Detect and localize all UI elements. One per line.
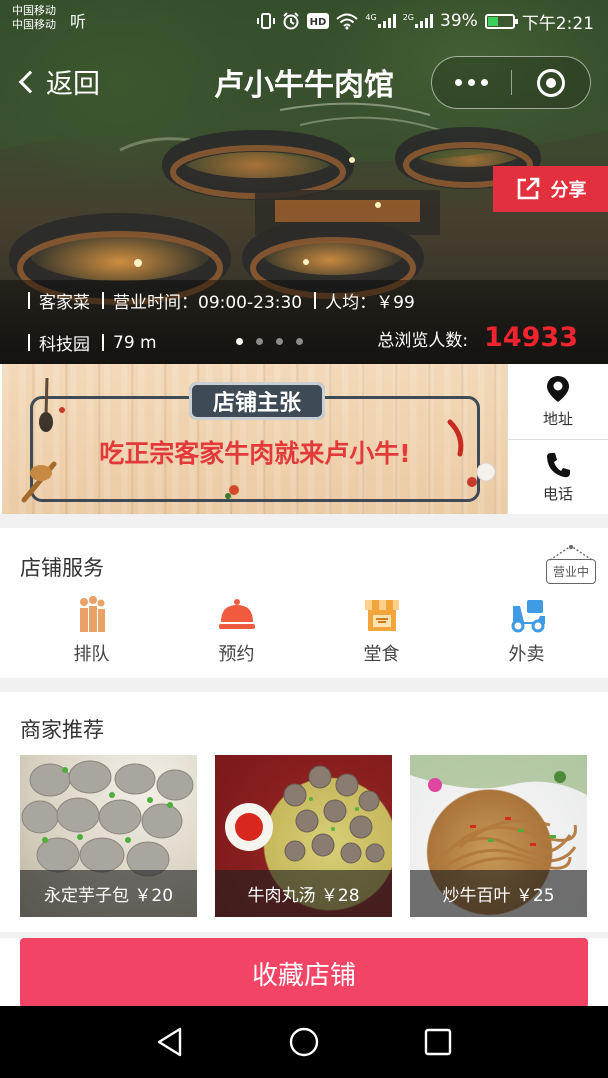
service-queue[interactable]: 排队 bbox=[19, 594, 164, 666]
chevron-left-icon bbox=[18, 70, 42, 93]
pager-dot bbox=[296, 338, 303, 345]
pager-dot bbox=[256, 338, 263, 345]
back-triangle-icon[interactable] bbox=[152, 1024, 188, 1060]
shop-services-section: 店铺服务 营业中 排队 预约 堂食 外卖 bbox=[2, 528, 606, 678]
more-dots-icon bbox=[454, 79, 488, 86]
shop-info-line-1: 客家菜 营业时间：09:00-23:30 人均：￥99 bbox=[28, 288, 427, 313]
share-button[interactable]: 分享 bbox=[493, 166, 608, 212]
banner-decoration bbox=[21, 377, 496, 503]
services-title: 店铺服务 bbox=[20, 556, 104, 580]
service-label: 堂食 bbox=[363, 644, 400, 665]
dine-in-store-icon bbox=[364, 600, 399, 631]
shop-info-band: 客家菜 营业时间：09:00-23:30 人均：￥99 科技园 79 m 总浏览… bbox=[0, 280, 608, 364]
clock: 下午2:21 bbox=[521, 13, 594, 34]
back-button[interactable]: 返回 bbox=[16, 62, 100, 101]
open-status-sign: 营业中 bbox=[546, 544, 596, 586]
carrier-1: 中国移动 bbox=[12, 4, 56, 17]
dish-card-taro-bun[interactable]: 永定芋子包 ￥20 bbox=[20, 755, 197, 917]
speaker-indicator: 听 bbox=[70, 12, 87, 31]
avg-price-label: 人均：￥99 bbox=[325, 293, 415, 313]
dish-card-beef-ball-soup[interactable]: 牛肉丸汤 ￥28 bbox=[215, 755, 392, 917]
back-label: 返回 bbox=[46, 69, 100, 100]
phone-icon bbox=[547, 452, 570, 477]
svg-text:HD: HD bbox=[310, 17, 327, 28]
recents-square-icon[interactable] bbox=[420, 1024, 456, 1060]
cuisine-label: 客家菜 bbox=[39, 293, 90, 313]
more-button[interactable] bbox=[432, 57, 511, 108]
section-gap bbox=[0, 514, 608, 528]
dish-card-fried-tripe[interactable]: 炒牛百叶 ￥25 bbox=[410, 755, 587, 917]
status-bar: 中国移动 中国移动 听 HD 4G 2G 39% 下午2:21 bbox=[0, 0, 608, 44]
service-dine-in[interactable]: 堂食 bbox=[309, 594, 454, 666]
battery-icon bbox=[484, 13, 518, 29]
queue-icon bbox=[79, 596, 105, 632]
signal-icon-2 bbox=[415, 14, 434, 28]
exit-button[interactable] bbox=[512, 57, 591, 108]
nav-bar: 返回 卢小牛牛肉馆 bbox=[0, 50, 608, 110]
views-label: 总浏览人数: bbox=[377, 331, 469, 351]
share-label: 分享 bbox=[550, 180, 587, 201]
views-count: 14933 bbox=[484, 322, 578, 353]
dish-caption: 炒牛百叶 ￥25 bbox=[410, 870, 587, 917]
shop-info-line-2: 科技园 79 m bbox=[28, 330, 169, 355]
hd-icon: HD bbox=[307, 13, 330, 29]
miniprogram-capsule bbox=[431, 56, 591, 109]
vibrate-icon bbox=[257, 13, 276, 29]
share-icon bbox=[517, 177, 539, 200]
network-type-1: 4G bbox=[365, 13, 377, 22]
total-views: 总浏览人数: 14933 bbox=[377, 322, 578, 353]
android-navigation-bar bbox=[0, 1006, 608, 1078]
phone-label: 电话 bbox=[542, 484, 573, 503]
pager-dot bbox=[276, 338, 283, 345]
service-reservation[interactable]: 预约 bbox=[164, 594, 309, 666]
dish-caption: 永定芋子包 ￥20 bbox=[20, 870, 197, 917]
service-label: 排队 bbox=[73, 644, 110, 665]
carrier-names: 中国移动 中国移动 bbox=[12, 4, 56, 32]
location-pin-icon bbox=[547, 376, 569, 402]
address-button[interactable]: 地址 bbox=[508, 364, 608, 439]
distance-label: 79 m bbox=[113, 332, 157, 353]
side-actions: 地址 电话 bbox=[507, 364, 608, 514]
signal-icon-1 bbox=[377, 14, 396, 28]
section-gap bbox=[0, 678, 608, 692]
open-status-label: 营业中 bbox=[546, 559, 596, 584]
carrier-2: 中国移动 bbox=[12, 18, 56, 31]
pager-dot bbox=[236, 338, 243, 345]
services-row: 排队 预约 堂食 外卖 bbox=[2, 594, 606, 666]
service-label: 预约 bbox=[218, 644, 255, 665]
home-circle-icon[interactable] bbox=[286, 1024, 322, 1060]
phone-button[interactable]: 电话 bbox=[508, 439, 608, 514]
hours-label: 营业时间：09:00-23:30 bbox=[113, 293, 303, 313]
merchant-recommend-section: 商家推荐 永定芋子包 ￥20 牛肉丸汤 ￥28 炒牛百叶 ￥25 bbox=[2, 692, 606, 932]
status-icons: HD 4G 2G 39% 下午2:21 bbox=[257, 9, 594, 34]
shop-motto-banner: 店铺主张 吃正宗客家牛肉就来卢小牛! bbox=[2, 364, 507, 514]
service-label: 外卖 bbox=[508, 644, 545, 665]
service-delivery[interactable]: 外卖 bbox=[454, 594, 599, 666]
network-type-2: 2G bbox=[402, 13, 415, 22]
reservation-bell-icon bbox=[218, 599, 255, 629]
delivery-scooter-icon bbox=[511, 600, 545, 633]
exit-target-icon bbox=[536, 68, 565, 97]
battery-percent: 39% bbox=[440, 11, 478, 31]
recommend-title: 商家推荐 bbox=[20, 718, 104, 742]
wifi-icon bbox=[336, 13, 359, 30]
area-label: 科技园 bbox=[39, 335, 90, 355]
alarm-icon bbox=[283, 12, 300, 30]
address-label: 地址 bbox=[542, 410, 573, 428]
dish-list: 永定芋子包 ￥20 牛肉丸汤 ￥28 炒牛百叶 ￥25 bbox=[20, 755, 587, 917]
battery-level-fill bbox=[487, 16, 498, 26]
collect-shop-button[interactable]: 收藏店铺 bbox=[20, 938, 588, 1008]
hero-banner: 中国移动 中国移动 听 HD 4G 2G 39% 下午2:21 返回 卢小牛牛肉… bbox=[0, 0, 608, 364]
carousel-pager bbox=[236, 338, 303, 345]
dish-caption: 牛肉丸汤 ￥28 bbox=[215, 870, 392, 917]
